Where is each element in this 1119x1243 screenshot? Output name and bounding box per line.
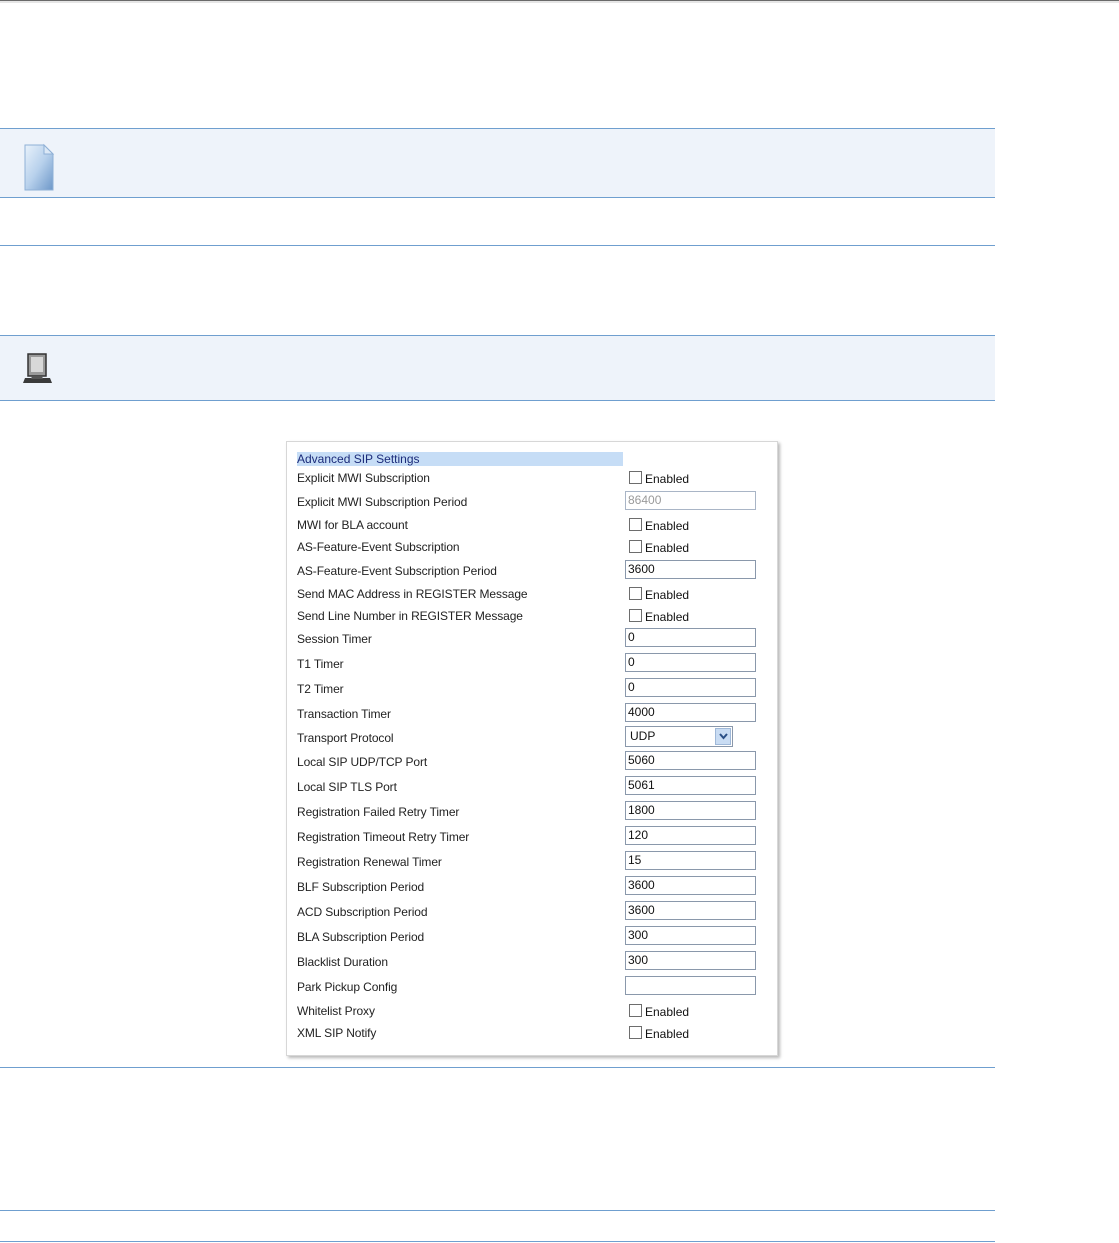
setting-row-as-feature-event-subscription-period: AS-Feature-Event Subscription Period 3600 bbox=[287, 560, 777, 582]
enabled-checkbox[interactable] bbox=[629, 609, 642, 622]
setting-row-whitelist-proxy: Whitelist Proxy Enabled bbox=[287, 1001, 777, 1023]
bla-subscription-period-input[interactable]: 300 bbox=[625, 926, 756, 945]
setting-row-blacklist-duration: Blacklist Duration 300 bbox=[287, 951, 777, 973]
divider bbox=[0, 1210, 995, 1211]
registration-failed-retry-timer-input[interactable]: 1800 bbox=[625, 801, 756, 820]
setting-row-registration-failed-retry-timer: Registration Failed Retry Timer 1800 bbox=[287, 801, 777, 823]
setting-label: Local SIP UDP/TCP Port bbox=[297, 755, 428, 769]
setting-label: T2 Timer bbox=[297, 682, 344, 696]
checkbox-label: Enabled bbox=[645, 1027, 690, 1041]
setting-label: Whitelist Proxy bbox=[297, 1004, 375, 1018]
divider bbox=[0, 1067, 995, 1068]
registration-renewal-timer-input[interactable]: 15 bbox=[625, 851, 756, 870]
setting-row-session-timer: Session Timer 0 bbox=[287, 628, 777, 650]
setting-label: Send MAC Address in REGISTER Message bbox=[297, 587, 528, 601]
setting-row-transaction-timer: Transaction Timer 4000 bbox=[287, 703, 777, 725]
blacklist-duration-input[interactable]: 300 bbox=[625, 951, 756, 970]
top-rule-shadow bbox=[0, 1, 1119, 3]
setting-label: Session Timer bbox=[297, 632, 372, 646]
setting-row-acd-subscription-period: ACD Subscription Period 3600 bbox=[287, 901, 777, 923]
setting-label: Send Line Number in REGISTER Message bbox=[297, 609, 523, 623]
setting-label: AS-Feature-Event Subscription bbox=[297, 540, 460, 554]
web-ui-band bbox=[0, 335, 995, 401]
advanced-sip-settings-panel: Advanced SIP Settings Explicit MWI Subsc… bbox=[286, 441, 778, 1056]
note-band bbox=[0, 128, 995, 198]
note-page-icon bbox=[22, 143, 56, 198]
web-ui-monitor-icon bbox=[22, 352, 54, 393]
divider bbox=[0, 1241, 995, 1242]
enabled-checkbox[interactable] bbox=[629, 1026, 642, 1039]
setting-row-send-line-number-in-register-message: Send Line Number in REGISTER Message Enab… bbox=[287, 606, 777, 628]
setting-label: T1 Timer bbox=[297, 657, 344, 671]
setting-row-as-feature-event-subscription: AS-Feature-Event Subscription Enabled bbox=[287, 537, 777, 559]
setting-row-transport-protocol: Transport Protocol UDP bbox=[287, 726, 777, 749]
enabled-checkbox[interactable] bbox=[629, 587, 642, 600]
setting-row-t2-timer: T2 Timer 0 bbox=[287, 678, 777, 700]
panel-title: Advanced SIP Settings bbox=[297, 452, 623, 466]
enabled-checkbox[interactable] bbox=[629, 518, 642, 531]
chevron-down-icon[interactable] bbox=[715, 728, 731, 745]
setting-row-t1-timer: T1 Timer 0 bbox=[287, 653, 777, 675]
setting-row-blf-subscription-period: BLF Subscription Period 3600 bbox=[287, 876, 777, 898]
setting-row-bla-subscription-period: BLA Subscription Period 300 bbox=[287, 926, 777, 948]
acd-subscription-period-input[interactable]: 3600 bbox=[625, 901, 756, 920]
park-pickup-config-input[interactable] bbox=[625, 976, 756, 995]
setting-row-local-sip-udp-tcp-port: Local SIP UDP/TCP Port 5060 bbox=[287, 751, 777, 773]
local-sip-udp-tcp-port-input[interactable]: 5060 bbox=[625, 751, 756, 770]
setting-row-explicit-mwi-subscription-period: Explicit MWI Subscription Period 86400 bbox=[287, 491, 777, 513]
blf-subscription-period-input[interactable]: 3600 bbox=[625, 876, 756, 895]
setting-label: Explicit MWI Subscription bbox=[297, 471, 430, 485]
explicit-mwi-subscription-period-input: 86400 bbox=[625, 491, 756, 510]
t1-timer-input[interactable]: 0 bbox=[625, 653, 756, 672]
setting-label: Transport Protocol bbox=[297, 731, 394, 745]
registration-timeout-retry-timer-input[interactable]: 120 bbox=[625, 826, 756, 845]
setting-label: Blacklist Duration bbox=[297, 955, 388, 969]
setting-label: Registration Failed Retry Timer bbox=[297, 805, 460, 819]
setting-label: BLA Subscription Period bbox=[297, 930, 425, 944]
setting-row-mwi-for-bla-account: MWI for BLA account Enabled bbox=[287, 515, 777, 537]
setting-label: AS-Feature-Event Subscription Period bbox=[297, 564, 497, 578]
setting-row-park-pickup-config: Park Pickup Config bbox=[287, 976, 777, 998]
setting-row-registration-timeout-retry-timer: Registration Timeout Retry Timer 120 bbox=[287, 826, 777, 848]
session-timer-input[interactable]: 0 bbox=[625, 628, 756, 647]
setting-row-send-mac-address-in-register-message: Send MAC Address in REGISTER Message Enab… bbox=[287, 584, 777, 606]
as-feature-event-subscription-period-input[interactable]: 3600 bbox=[625, 560, 756, 579]
setting-label: Park Pickup Config bbox=[297, 980, 398, 994]
setting-label: Registration Timeout Retry Timer bbox=[297, 830, 470, 844]
transaction-timer-input[interactable]: 4000 bbox=[625, 703, 756, 722]
checkbox-label: Enabled bbox=[645, 610, 690, 624]
checkbox-label: Enabled bbox=[645, 1005, 690, 1019]
checkbox-label: Enabled bbox=[645, 519, 690, 533]
setting-label: Local SIP TLS Port bbox=[297, 780, 397, 794]
divider bbox=[0, 245, 995, 246]
checkbox-label: Enabled bbox=[645, 588, 690, 602]
setting-label: BLF Subscription Period bbox=[297, 880, 425, 894]
select-value: UDP bbox=[630, 729, 656, 743]
setting-row-xml-sip-notify: XML SIP Notify Enabled bbox=[287, 1023, 777, 1045]
setting-row-local-sip-tls-port: Local SIP TLS Port 5061 bbox=[287, 776, 777, 798]
checkbox-label: Enabled bbox=[645, 472, 690, 486]
setting-label: ACD Subscription Period bbox=[297, 905, 428, 919]
enabled-checkbox[interactable] bbox=[629, 471, 642, 484]
setting-label: XML SIP Notify bbox=[297, 1026, 377, 1040]
setting-label: Transaction Timer bbox=[297, 707, 391, 721]
transport-protocol-select[interactable]: UDP bbox=[625, 726, 733, 747]
setting-row-registration-renewal-timer: Registration Renewal Timer 15 bbox=[287, 851, 777, 873]
setting-label: MWI for BLA account bbox=[297, 518, 408, 532]
setting-label: Registration Renewal Timer bbox=[297, 855, 442, 869]
setting-label: Explicit MWI Subscription Period bbox=[297, 495, 468, 509]
local-sip-tls-port-input[interactable]: 5061 bbox=[625, 776, 756, 795]
checkbox-label: Enabled bbox=[645, 541, 690, 555]
enabled-checkbox[interactable] bbox=[629, 1004, 642, 1017]
t2-timer-input[interactable]: 0 bbox=[625, 678, 756, 697]
setting-row-explicit-mwi-subscription: Explicit MWI Subscription Enabled bbox=[287, 468, 777, 490]
enabled-checkbox[interactable] bbox=[629, 540, 642, 553]
